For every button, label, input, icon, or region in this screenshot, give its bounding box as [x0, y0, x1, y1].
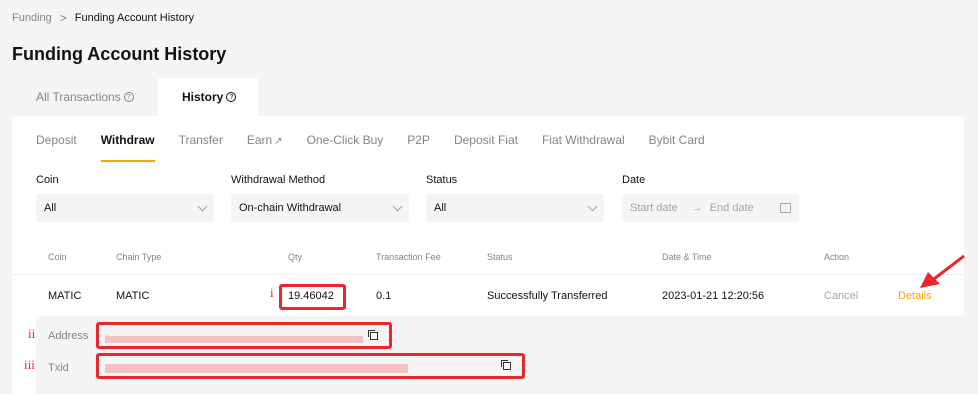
annotation-iii: iii	[24, 357, 35, 372]
header-action: Action	[824, 252, 850, 262]
header-qty: Qty	[288, 252, 303, 262]
subtab-bybit-card[interactable]: Bybit Card	[649, 133, 705, 159]
method-filter-label: Withdrawal Method	[231, 174, 326, 186]
history-tabs: All Transactions ? History ?	[12, 78, 964, 116]
help-icon: ?	[123, 92, 134, 102]
subtab-earn-label: Earn	[246, 133, 273, 147]
qty-highlight-box	[279, 284, 346, 310]
breadcrumb-separator: >	[59, 11, 67, 25]
chevron-down-icon	[392, 201, 403, 211]
breadcrumb-current: Funding Account History	[74, 12, 195, 24]
tab-all-transactions-label: All Transactions	[36, 90, 121, 104]
page-title: Funding Account History	[12, 44, 227, 64]
start-date-input[interactable]: Start date	[630, 202, 678, 214]
subtab-one-click-buy[interactable]: One-Click Buy	[307, 133, 384, 159]
header-transaction-fee: Transaction Fee	[376, 252, 441, 262]
date-range-picker[interactable]: Start date → End date	[622, 194, 799, 222]
header-date-time: Date & Time	[662, 252, 712, 262]
subtab-transfer[interactable]: Transfer	[179, 133, 223, 159]
chevron-down-icon	[587, 201, 598, 211]
breadcrumb: Funding > Funding Account History	[12, 11, 194, 25]
txid-highlight-box	[96, 353, 525, 379]
coin-filter-label: Coin	[36, 174, 59, 186]
subtab-deposit[interactable]: Deposit	[36, 133, 77, 159]
details-link[interactable]: Details	[898, 290, 932, 302]
cancel-button[interactable]: Cancel	[824, 290, 858, 302]
coin-select[interactable]: All	[36, 194, 214, 222]
txid-label: Txid	[48, 362, 69, 374]
method-select[interactable]: On-chain Withdrawal	[231, 194, 409, 222]
subtab-deposit-fiat[interactable]: Deposit Fiat	[454, 133, 518, 159]
annotation-ii: ii	[28, 326, 36, 341]
table-row: MATIC MATIC 19.46042 0.1 Successfully Tr…	[12, 274, 964, 316]
row-chain-type: MATIC	[116, 290, 150, 302]
header-chain-type: Chain Type	[116, 252, 162, 262]
row-status: Successfully Transferred	[487, 290, 608, 302]
subtab-withdraw[interactable]: Withdraw	[100, 133, 155, 162]
subtab-p2p[interactable]: P2P	[407, 133, 430, 159]
help-icon: ?	[226, 92, 237, 102]
subtab-fiat-withdrawal[interactable]: Fiat Withdrawal	[542, 133, 625, 159]
calendar-icon	[780, 203, 791, 213]
row-coin: MATIC	[48, 290, 82, 302]
tab-history[interactable]: History ?	[158, 78, 258, 116]
row-datetime: 2023-01-21 12:20:56	[662, 290, 765, 302]
status-filter-label: Status	[426, 174, 458, 186]
address-highlight-box	[96, 322, 392, 349]
table-header: Coin Chain Type Qty Transaction Fee Stat…	[12, 242, 964, 275]
breadcrumb-funding-link[interactable]: Funding	[12, 12, 52, 24]
tab-history-label: History	[182, 90, 224, 104]
header-coin: Coin	[48, 252, 67, 262]
coin-select-value: All	[44, 202, 57, 214]
row-fee: 0.1	[376, 290, 392, 302]
chevron-down-icon	[197, 201, 208, 211]
sub-tabs: Deposit Withdraw Transfer Earn ↗ One-Clic…	[36, 133, 729, 162]
end-date-input[interactable]: End date	[710, 202, 754, 214]
header-status: Status	[487, 252, 513, 262]
subtab-earn[interactable]: Earn ↗	[247, 133, 283, 159]
status-select-value: All	[434, 202, 447, 214]
method-select-value: On-chain Withdrawal	[239, 202, 342, 214]
status-select[interactable]: All	[426, 194, 604, 222]
annotation-i: i	[270, 285, 274, 300]
annotation-arrow-icon	[920, 254, 965, 288]
external-arrow-icon: ↗	[274, 136, 283, 147]
tab-all-transactions[interactable]: All Transactions ?	[12, 78, 158, 116]
date-arrow-icon: →	[691, 202, 703, 214]
address-label: Address	[48, 330, 89, 342]
date-filter-label: Date	[622, 174, 646, 186]
